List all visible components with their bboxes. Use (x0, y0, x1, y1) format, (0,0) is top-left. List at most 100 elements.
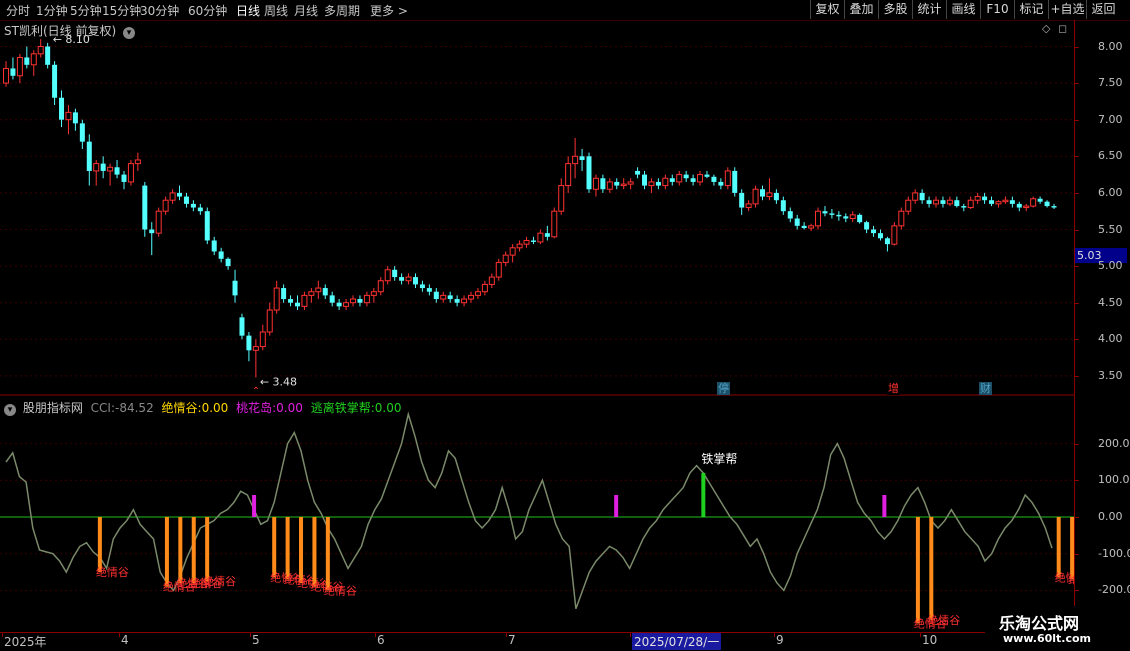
date-tick (630, 633, 631, 637)
watermark: 乐淘公式网 www.60lt.com (985, 606, 1130, 650)
candle-body (891, 225, 898, 245)
toolbar-button[interactable]: 叠加 (844, 0, 878, 19)
candle-body (1030, 198, 1037, 207)
date-label: 2025/07/28/一 (632, 633, 722, 650)
jueqinggu-bar (299, 517, 304, 584)
candle-body (384, 269, 391, 282)
jueqinggu-bar (1056, 517, 1061, 578)
tiezhang-label: 铁掌帮 (701, 452, 737, 466)
candle-body (114, 167, 120, 175)
jueqinggu-label: 绝情谷: (161, 401, 202, 415)
period-tab[interactable]: 多周期 (324, 2, 360, 19)
candle-body (732, 170, 738, 193)
indicator-tick-mark (1075, 590, 1079, 592)
candle-body (1044, 201, 1050, 207)
date-label: 10 (922, 633, 938, 647)
candle-body (884, 238, 890, 245)
period-tab[interactable]: 周线 (264, 2, 288, 19)
candle-body (79, 123, 85, 142)
period-tab[interactable]: 更多 > (370, 2, 408, 19)
period-tab[interactable]: 月线 (294, 2, 318, 19)
candle-body (405, 276, 412, 282)
date-tick (920, 633, 921, 637)
candle-body (273, 287, 280, 311)
candle-body (392, 269, 398, 278)
candle-body (232, 280, 238, 296)
toolbar-button[interactable]: 返回 (1086, 0, 1120, 19)
candle-body (974, 196, 981, 201)
candle-body (829, 213, 835, 215)
indicator-chart[interactable]: 绝情谷绝情谷绝情谷绝情谷绝情谷绝情谷绝情谷绝情谷绝情谷绝情谷绝情谷绝情谷绝情谷绝… (0, 397, 1074, 632)
event-marker[interactable]: 停 (717, 382, 730, 395)
candle-body (155, 210, 162, 234)
toolbar-button[interactable]: 统计 (912, 0, 946, 19)
event-marker[interactable]: 财 (979, 382, 992, 395)
candle-body (239, 317, 245, 336)
high-price-label: ← 8.10 (53, 33, 90, 46)
candle-body (982, 196, 988, 201)
price-tick-label: 7.50 (1098, 76, 1123, 90)
price-tick-label: 6.00 (1098, 185, 1123, 199)
candle-body (752, 188, 759, 205)
price-chart[interactable]: ← 8.10 ← 3.48⌃ (0, 20, 1074, 396)
jueqinggu-label: 绝情谷 (324, 583, 357, 597)
candle-body (412, 277, 418, 285)
candle-body (433, 291, 439, 300)
period-tab[interactable]: 60分钟 (188, 2, 227, 19)
candle-body (704, 174, 710, 177)
candle-body (45, 46, 51, 65)
taohuadao-bar (614, 494, 619, 517)
candle-body (1002, 199, 1009, 203)
jueqinggu-label: 绝情谷 (96, 565, 129, 579)
price-tick-label: 5.00 (1098, 259, 1123, 273)
indicator-tick-mark (1075, 517, 1079, 518)
toolbar-button[interactable]: 复权 (810, 0, 844, 19)
candle-body (836, 214, 842, 217)
candle-body (218, 251, 224, 259)
candle-body (322, 288, 328, 296)
jueqinggu-value: 0.00 (201, 401, 229, 415)
price-tick-mark (1075, 302, 1079, 304)
toolbar-button[interactable]: 画线 (946, 0, 980, 19)
low-price-label: ← 3.48 (260, 375, 297, 388)
toolbar-button[interactable]: F10 (980, 0, 1014, 19)
candle-body (739, 192, 745, 208)
candle-body (350, 298, 357, 304)
chevron-down-icon[interactable]: ▾ (4, 404, 16, 416)
event-marker[interactable]: 增 (887, 382, 900, 395)
candle-body (149, 229, 155, 234)
period-toolbar: 分时 1分钟 5分钟 15分钟 30分钟 60分钟 日线 周线 月线 多周期 更多 > 复权 叠加 多股统… (0, 0, 1130, 21)
candle-body (308, 291, 315, 296)
candle-body (745, 203, 752, 209)
period-tab[interactable]: 5分钟 (70, 2, 102, 19)
period-tab[interactable]: 15分钟 (102, 2, 141, 19)
candle-body (662, 177, 669, 187)
candle-body (724, 170, 731, 187)
toolbar-button[interactable]: 多股 (878, 0, 912, 19)
price-tick-label: 7.00 (1098, 112, 1123, 126)
indicator-tick-mark (1075, 553, 1079, 555)
candle-body (481, 283, 488, 293)
candle-body (815, 210, 822, 227)
taohuadao-bar (252, 494, 257, 517)
period-tab[interactable]: 日线 (236, 2, 260, 19)
candle-body (898, 210, 905, 227)
date-axis: 2025年 4 5 6 7 2025/07/28/一 9 10 (0, 632, 1130, 651)
indicator-tick-label: 0.00 (1098, 510, 1123, 523)
candle-body (766, 192, 773, 198)
candle-body (24, 57, 30, 65)
candle-body (864, 222, 870, 230)
period-tab[interactable]: 30分钟 (140, 2, 179, 19)
period-tab[interactable]: 分时 (6, 2, 30, 19)
date-label: 6 (377, 633, 385, 647)
toolbar-button[interactable]: 标记 (1014, 0, 1048, 19)
candle-body (586, 156, 592, 190)
toolbar-button[interactable]: +自选 (1048, 0, 1086, 19)
candle-body (177, 192, 183, 197)
candle-body (676, 174, 683, 183)
candle-body (635, 170, 641, 175)
candle-body (294, 302, 300, 307)
period-tab[interactable]: 1分钟 (36, 2, 68, 19)
candle-body (711, 176, 717, 182)
candle-body (474, 291, 481, 296)
